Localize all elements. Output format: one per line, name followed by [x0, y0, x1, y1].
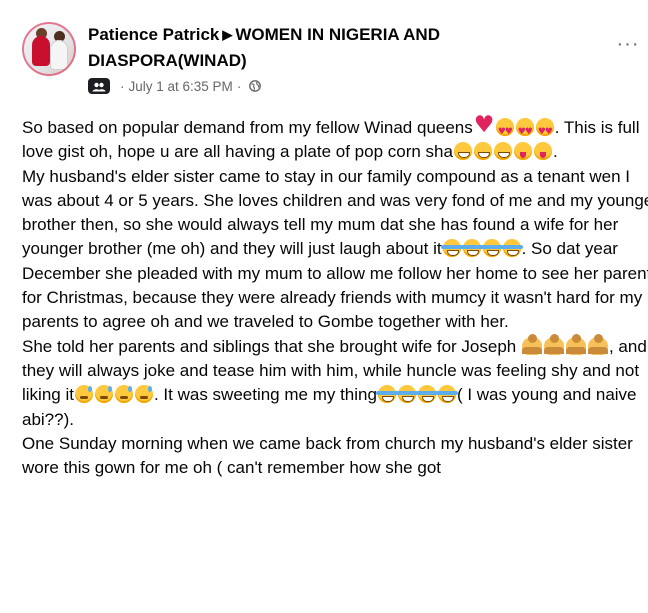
heart-eyes-emoji-icon	[515, 118, 534, 144]
tongue-out-emoji-icon	[533, 142, 552, 161]
heart-eyes-emoji-icon	[495, 118, 514, 144]
text-span: . It was sweeting me my thing	[153, 385, 377, 405]
heart-eyes-emoji-icon	[535, 118, 554, 144]
person-shrugging-emoji-icon	[521, 333, 542, 355]
post-body: So based on popular demand from my fello…	[22, 113, 648, 481]
globe-icon[interactable]	[249, 80, 262, 92]
person-shrugging-emoji-icon	[587, 333, 608, 355]
tears-of-joy-emoji-icon	[460, 239, 483, 258]
post-paragraph-3: She told her parents and siblings that s…	[22, 333, 648, 432]
post-paragraph-2: My husband's elder sister came to stay i…	[22, 165, 648, 335]
author-name-link[interactable]: Patience Patrick	[88, 25, 219, 44]
meta-dot-2: ·	[236, 78, 242, 94]
tears-of-joy-emoji-icon	[480, 239, 503, 258]
text-span: One Sunday morning when we came back fro…	[22, 433, 633, 478]
person-shrugging-emoji-icon	[565, 333, 586, 355]
sweat-smile-emoji-icon	[134, 385, 153, 404]
tears-of-joy-emoji-icon	[440, 239, 463, 258]
tears-of-joy-emoji-icon	[435, 385, 458, 404]
author-avatar[interactable]	[22, 22, 76, 76]
post-timestamp[interactable]: July 1 at 6:35 PM	[129, 79, 233, 94]
text-span: So based on popular demand from my fello…	[22, 118, 473, 137]
triangle-right-icon: ▶	[222, 27, 233, 42]
post-paragraph-1: So based on popular demand from my fello…	[22, 113, 648, 165]
tears-of-joy-emoji-icon	[500, 239, 523, 258]
grinning-emoji-icon	[473, 142, 492, 161]
tears-of-joy-emoji-icon	[415, 385, 438, 404]
sweat-smile-emoji-icon	[94, 385, 113, 404]
meta-dot: ·	[120, 78, 125, 94]
post-paragraph-4: One Sunday morning when we came back fro…	[22, 432, 648, 481]
grinning-emoji-icon	[493, 142, 512, 161]
author-block: Patience Patrick ▶ WOMEN IN NIGERIA AND DI…	[88, 22, 558, 96]
tears-of-joy-emoji-icon	[395, 385, 418, 404]
person-shrugging-emoji-icon	[543, 333, 564, 355]
post-header: Patience Patrick ▶ WOMEN IN NIGERIA AND DI…	[22, 22, 648, 102]
tongue-out-emoji-icon	[513, 142, 532, 161]
red-heart-icon	[474, 113, 495, 137]
more-options-button[interactable]: ···	[614, 34, 642, 58]
text-span: She told her parents and siblings that s…	[22, 336, 521, 356]
sweat-smile-emoji-icon	[114, 385, 133, 404]
tears-of-joy-emoji-icon	[375, 385, 398, 404]
post-meta: · July 1 at 6:35 PM ·	[88, 76, 558, 96]
author-line: Patience Patrick ▶ WOMEN IN NIGERIA AND DI…	[88, 22, 558, 73]
sweat-smile-emoji-icon	[74, 385, 93, 404]
text-span: .	[552, 142, 558, 162]
grinning-emoji-icon	[453, 142, 472, 161]
group-badge-icon[interactable]	[88, 78, 110, 94]
